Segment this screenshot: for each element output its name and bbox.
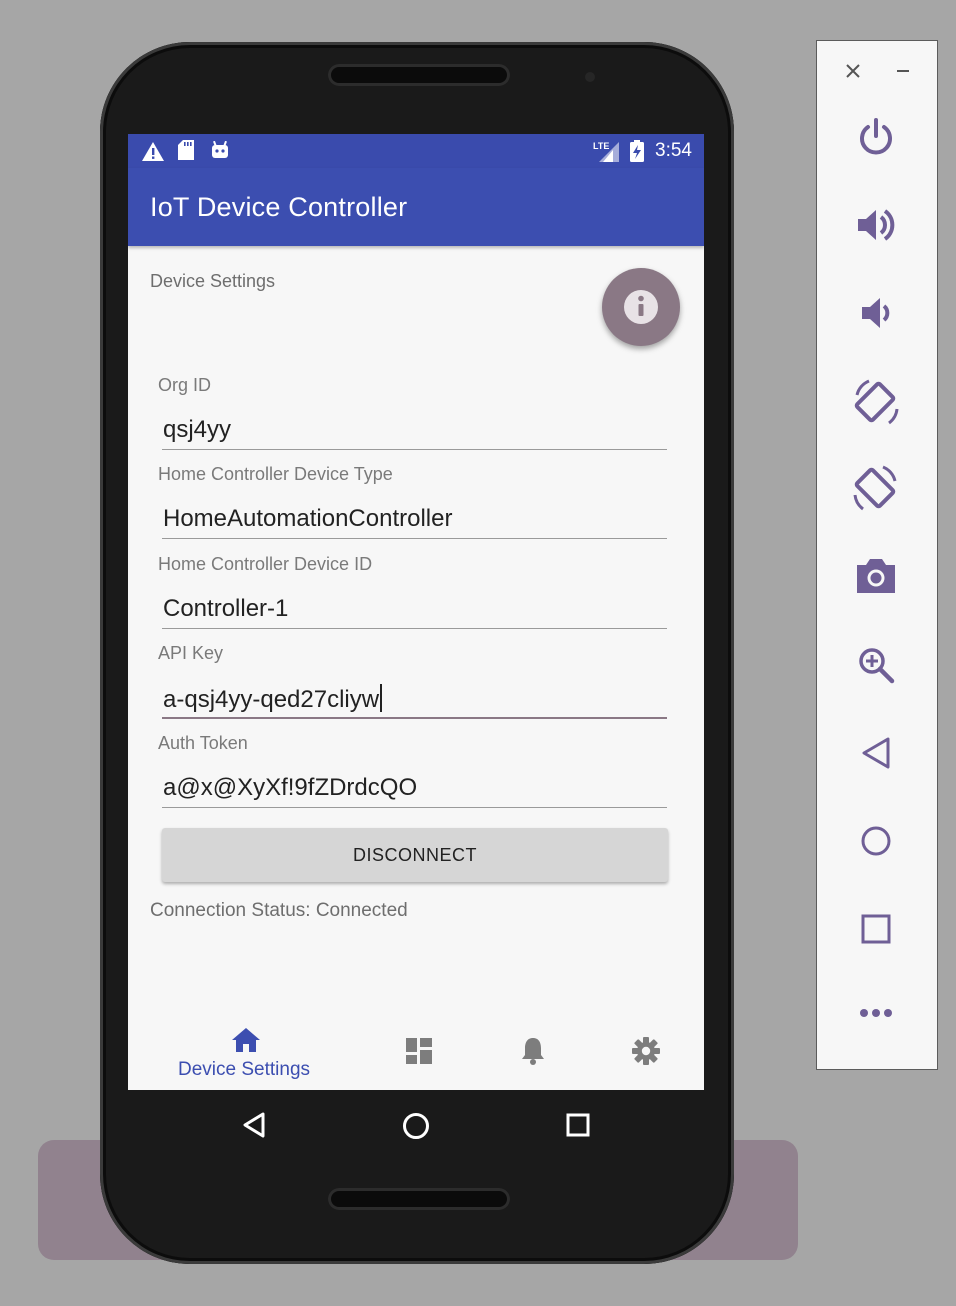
device-id-underline bbox=[162, 628, 667, 629]
sd-card-icon bbox=[178, 140, 194, 160]
org-id-field[interactable]: qsj4yy bbox=[163, 416, 667, 444]
camera-icon[interactable] bbox=[855, 555, 897, 595]
android-icon bbox=[212, 141, 228, 158]
api-key-underline bbox=[162, 717, 667, 719]
rotate-right-icon[interactable] bbox=[851, 463, 901, 513]
bottom-speaker bbox=[328, 1188, 510, 1210]
overview-icon[interactable] bbox=[860, 913, 892, 945]
lte-signal-icon: LTE bbox=[593, 141, 619, 162]
org-id-underline bbox=[162, 449, 667, 450]
warning-icon bbox=[142, 142, 164, 161]
battery-charging-icon bbox=[630, 140, 644, 162]
gear-icon bbox=[632, 1037, 660, 1065]
back-icon[interactable] bbox=[242, 1112, 266, 1138]
auth-token-field[interactable]: a@x@XyXf!9fZDrdcQO bbox=[163, 774, 667, 802]
api-key-value: a-qsj4yy-qed27cliyw bbox=[163, 686, 380, 713]
nav-item-device-settings[interactable]: Device Settings bbox=[168, 1014, 324, 1090]
svg-text:LTE: LTE bbox=[593, 141, 609, 151]
home-circle-icon[interactable] bbox=[402, 1112, 430, 1140]
back-icon[interactable] bbox=[858, 735, 894, 771]
device-id-field[interactable]: Controller-1 bbox=[163, 595, 667, 623]
home-icon[interactable] bbox=[858, 823, 894, 859]
volume-up-icon[interactable] bbox=[856, 205, 896, 245]
system-navigation-bar bbox=[128, 1090, 704, 1160]
device-id-label: Home Controller Device ID bbox=[158, 554, 373, 574]
power-icon[interactable] bbox=[856, 117, 896, 157]
dashboard-icon bbox=[406, 1038, 432, 1064]
org-id-label: Org ID bbox=[158, 375, 212, 395]
info-fab[interactable] bbox=[602, 268, 680, 346]
bottom-navigation: Device Settings bbox=[128, 1014, 704, 1090]
device-type-label: Home Controller Device Type bbox=[158, 464, 393, 484]
section-title: Device Settings bbox=[150, 271, 276, 291]
info-icon bbox=[624, 290, 658, 324]
app-bar: IoT Device Controller bbox=[128, 168, 704, 246]
status-time: 3:54 bbox=[655, 140, 692, 161]
home-icon bbox=[232, 1028, 260, 1052]
nav-item-settings[interactable] bbox=[618, 1014, 678, 1090]
rotate-left-icon[interactable] bbox=[851, 377, 901, 427]
device-type-field[interactable]: HomeAutomationController bbox=[163, 505, 667, 533]
status-bar: LTE 3:54 bbox=[128, 134, 704, 168]
disconnect-button[interactable]: DISCONNECT bbox=[162, 828, 668, 882]
recents-icon[interactable] bbox=[566, 1113, 590, 1137]
nav-item-notifications[interactable] bbox=[504, 1014, 564, 1090]
minimize-icon[interactable] bbox=[895, 63, 911, 79]
device-type-underline bbox=[162, 538, 667, 539]
volume-down-icon[interactable] bbox=[856, 293, 896, 333]
api-key-label: API Key bbox=[158, 643, 224, 663]
api-key-field[interactable]: a-qsj4yy-qed27cliyw bbox=[163, 684, 667, 714]
more-icon[interactable] bbox=[858, 1007, 894, 1019]
app-title: IoT Device Controller bbox=[150, 192, 408, 222]
text-cursor bbox=[380, 684, 383, 712]
nav-label-device-settings: Device Settings bbox=[178, 1059, 311, 1080]
auth-token-underline bbox=[162, 807, 667, 808]
phone-screen: LTE 3:54 IoT Device Controller Device Se… bbox=[128, 134, 704, 1090]
front-camera bbox=[585, 72, 595, 82]
top-speaker bbox=[328, 64, 510, 86]
close-icon[interactable] bbox=[845, 63, 861, 79]
emulator-toolbar bbox=[816, 40, 938, 1070]
connection-status: Connection Status: Connected bbox=[150, 900, 408, 921]
bell-icon bbox=[522, 1038, 544, 1065]
nav-item-dashboard[interactable] bbox=[390, 1014, 450, 1090]
zoom-icon[interactable] bbox=[856, 645, 896, 685]
auth-token-label: Auth Token bbox=[158, 733, 248, 753]
